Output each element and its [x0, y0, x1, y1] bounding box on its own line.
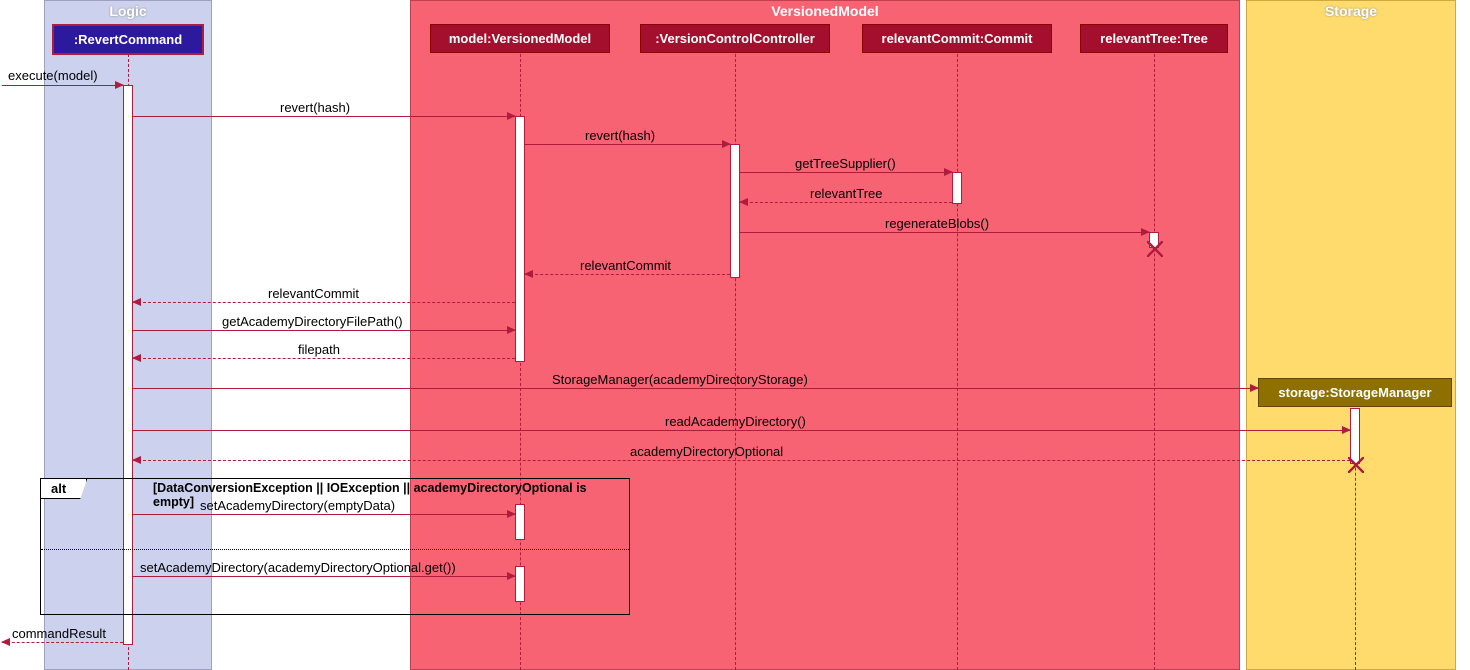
arrow-revert1 [133, 116, 515, 117]
participant-revertcommand: :RevertCommand [52, 24, 204, 55]
participant-commit: relevantCommit:Commit [862, 24, 1052, 53]
arrow-cmdres [2, 642, 123, 643]
activation-tree [1149, 232, 1159, 248]
msg-execute: execute(model) [8, 68, 98, 83]
msg-storagemanager: StorageManager(academyDirectoryStorage) [552, 372, 808, 387]
msg-readad: readAcademyDirectory() [665, 414, 806, 429]
alt-fragment: alt [DataConversionException || IOExcept… [40, 478, 630, 615]
participant-tree: relevantTree:Tree [1080, 24, 1228, 53]
arrow-relcommit1 [525, 274, 730, 275]
arrow-revert2 [525, 144, 730, 145]
msg-revert2: revert(hash) [585, 128, 655, 143]
msg-relcommit2: relevantCommit [268, 286, 359, 301]
participant-model: model:VersionedModel [430, 24, 610, 53]
msg-filepath: filepath [298, 342, 340, 357]
msg-revert1: revert(hash) [280, 100, 350, 115]
msg-relcommit1: relevantCommit [580, 258, 671, 273]
alt-guard: [DataConversionException || IOException … [153, 481, 629, 509]
lifeline-tree [1154, 54, 1155, 670]
region-storage-title: Storage [1247, 1, 1455, 21]
arrow-getpath [133, 330, 515, 331]
msg-gettree: getTreeSupplier() [795, 156, 896, 171]
arrow-adopt [133, 460, 1350, 461]
participant-vcc: :VersionControlController [640, 24, 830, 53]
region-vmodel-title: VersionedModel [411, 1, 1239, 21]
lifeline-commit [957, 54, 958, 670]
arrow-storagemanager [133, 388, 1258, 389]
msg-cmdres: commandResult [12, 626, 106, 641]
activation-model [515, 116, 525, 362]
participant-storage: storage:StorageManager [1258, 378, 1452, 407]
activation-vcc [730, 144, 740, 278]
arrow-filepath [133, 358, 515, 359]
activation-commit [952, 172, 962, 204]
arrow-relcommit2 [133, 302, 515, 303]
arrow-gettree [740, 172, 952, 173]
activation-storage [1350, 408, 1360, 464]
msg-reltree: relevantTree [810, 186, 883, 201]
alt-label: alt [41, 479, 87, 499]
arrow-reltree [740, 202, 952, 203]
msg-adopt: academyDirectoryOptional [630, 444, 783, 459]
arrow-regen [740, 232, 1149, 233]
region-logic-title: Logic [45, 1, 211, 21]
msg-getpath: getAcademyDirectoryFilePath() [222, 314, 403, 329]
arrow-readad [133, 430, 1350, 431]
arrow-execute [2, 85, 123, 86]
alt-divider [41, 549, 629, 550]
region-storage: Storage [1246, 0, 1456, 670]
msg-regen: regenerateBlobs() [885, 216, 989, 231]
